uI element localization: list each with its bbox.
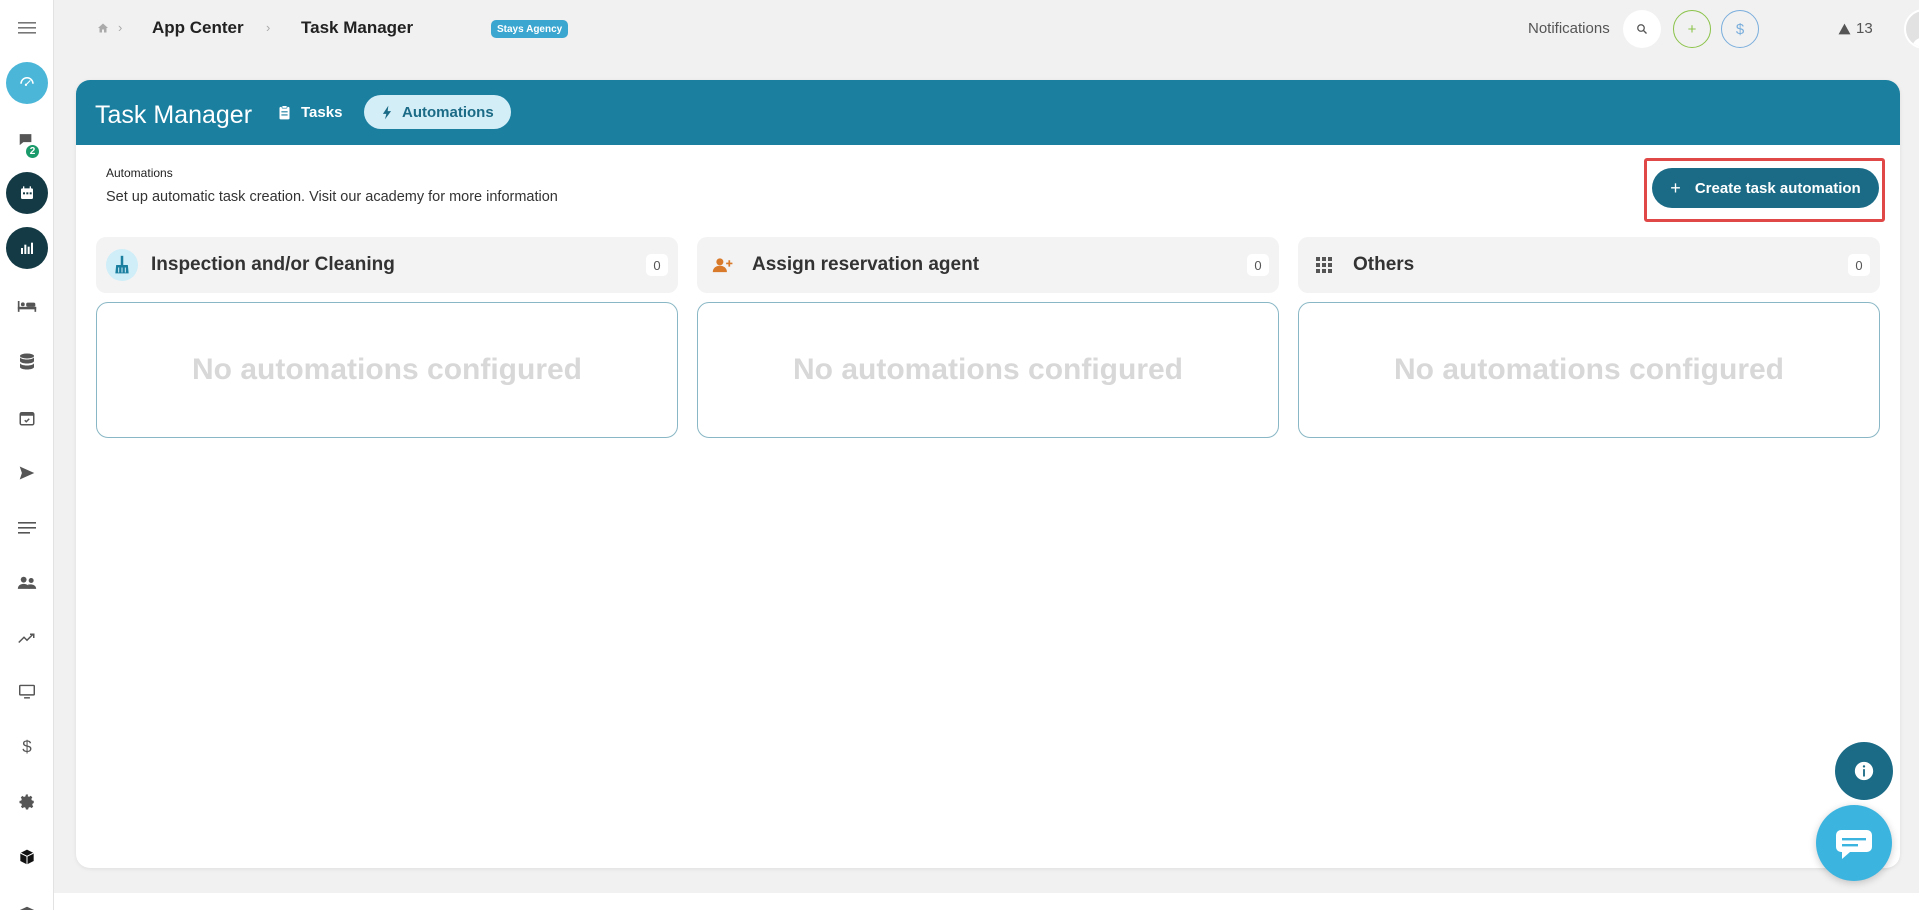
sidebar-item-users[interactable] <box>0 561 54 605</box>
calendar-check-icon <box>19 412 35 426</box>
sidebar-item-apps[interactable] <box>0 835 54 879</box>
column-count: 0 <box>1247 254 1269 276</box>
list-icon <box>18 522 36 534</box>
column-count: 0 <box>1848 254 1870 276</box>
create-button-label: Create task automation <box>1694 179 1861 197</box>
plus-icon: + <box>1670 177 1681 198</box>
database-icon <box>20 353 34 370</box>
sidebar-item-finance[interactable]: $ <box>0 725 54 769</box>
sidebar-item-listings[interactable] <box>0 284 54 328</box>
chat-bubble-icon <box>1836 830 1872 859</box>
notifications-label[interactable]: Notifications <box>1528 20 1610 37</box>
sidebar-item-calendar[interactable] <box>0 171 54 215</box>
chevron-right-icon: › <box>118 20 123 35</box>
info-icon <box>1854 761 1874 781</box>
empty-state-text: No automations configured <box>793 353 1183 386</box>
footer-strip <box>54 893 1919 910</box>
section-label: Automations <box>106 166 173 180</box>
bolt-icon <box>382 105 392 119</box>
tab-automations-label: Automations <box>402 103 494 121</box>
search-button[interactable] <box>1623 10 1661 48</box>
add-person-icon <box>707 249 739 281</box>
gear-icon <box>19 794 34 810</box>
column-title: Assign reservation agent <box>752 254 980 275</box>
empty-state-others: No automations configured <box>1298 302 1880 438</box>
breadcrumb-app-center[interactable]: App Center <box>152 18 244 38</box>
empty-state-text: No automations configured <box>1394 353 1784 386</box>
bed-icon <box>17 301 37 312</box>
grid-icon <box>1308 249 1340 281</box>
page-title: Task Manager <box>95 101 253 129</box>
sidebar-item-list[interactable] <box>0 506 54 550</box>
agency-badge: Stays Agency <box>491 20 569 38</box>
sidebar-item-website[interactable] <box>0 670 54 714</box>
bar-chart-icon <box>6 227 48 269</box>
avatar[interactable] <box>1904 9 1919 49</box>
send-icon <box>19 466 35 480</box>
chat-button[interactable] <box>1816 805 1892 881</box>
sidebar-item-messages[interactable]: 2 <box>0 118 54 162</box>
users-icon <box>17 576 37 589</box>
cube-icon <box>20 849 34 865</box>
monitor-icon <box>19 684 35 699</box>
trending-up-icon <box>18 633 35 644</box>
column-header-assign-agent: Assign reservation agent 0 <box>697 237 1279 293</box>
alerts-indicator[interactable]: 13 <box>1838 20 1873 37</box>
panel-header: Task Manager Tasks Automations <box>76 80 1900 145</box>
sidebar: 2 $ <box>0 0 54 910</box>
column-title: Others <box>1353 254 1415 275</box>
dashboard-icon <box>6 62 48 104</box>
column-title: Inspection and/or Cleaning <box>151 254 395 275</box>
info-button[interactable] <box>1835 742 1893 800</box>
tab-tasks[interactable]: Tasks <box>276 95 352 129</box>
sidebar-item-send[interactable] <box>0 451 54 495</box>
graduation-cap-icon <box>19 906 35 910</box>
breadcrumb-task-manager: Task Manager <box>301 18 414 37</box>
home-icon[interactable] <box>97 21 109 39</box>
menu-icon[interactable] <box>0 6 54 50</box>
empty-state-inspection: No automations configured <box>96 302 678 438</box>
calendar-icon <box>6 172 48 214</box>
sidebar-item-tasks[interactable] <box>0 396 54 440</box>
broom-icon <box>106 249 138 281</box>
sidebar-item-academy[interactable] <box>0 890 54 910</box>
empty-state-text: No automations configured <box>192 353 582 386</box>
tab-automations[interactable]: Automations <box>364 95 511 129</box>
column-header-inspection: Inspection and/or Cleaning 0 <box>96 237 678 293</box>
messages-badge: 2 <box>25 144 40 159</box>
sidebar-item-trends[interactable] <box>0 616 54 660</box>
search-icon <box>1637 24 1647 34</box>
column-count: 0 <box>646 254 668 276</box>
add-button[interactable]: + <box>1673 10 1711 48</box>
alerts-count: 13 <box>1856 20 1873 37</box>
tab-tasks-label: Tasks <box>301 103 343 121</box>
sidebar-item-reports[interactable] <box>0 226 54 270</box>
chevron-right-icon: › <box>266 20 271 35</box>
sidebar-item-database[interactable] <box>0 340 54 384</box>
clipboard-icon <box>279 104 290 119</box>
column-header-others: Others 0 <box>1298 237 1880 293</box>
top-bar: › App Center › Task Manager Stays Agency… <box>54 0 1919 58</box>
sidebar-item-dashboard[interactable] <box>0 61 54 105</box>
create-task-automation-button[interactable]: + Create task automation <box>1652 168 1879 208</box>
section-description: Set up automatic task creation. Visit ou… <box>106 189 558 205</box>
dollar-icon: $ <box>22 737 32 756</box>
sidebar-item-settings[interactable] <box>0 780 54 824</box>
task-manager-panel: Task Manager Tasks Automations Automatio… <box>76 80 1900 868</box>
empty-state-assign-agent: No automations configured <box>697 302 1279 438</box>
warning-icon <box>1838 23 1851 34</box>
finance-button[interactable]: $ <box>1721 10 1759 48</box>
